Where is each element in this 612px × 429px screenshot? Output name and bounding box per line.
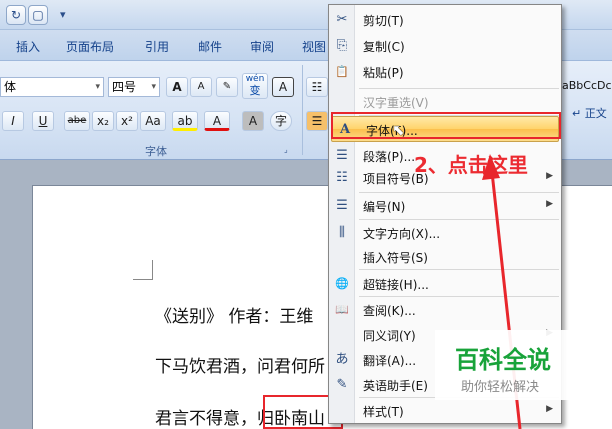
copy-icon: ⎘ [336,38,348,53]
font-size-value: 四号 [112,80,137,94]
dialog-launcher-icon[interactable]: ⌟ [284,145,288,154]
translate-icon: あ [335,352,349,367]
watermark-slogan: 助你轻松解决 [461,380,540,395]
enclose-characters-button[interactable]: 字 [270,111,292,131]
styles-preview[interactable]: aBbCcDc [562,79,612,92]
style-normal-label[interactable]: ↵ 正文 [572,105,607,121]
text-direction-icon: ⫼ [339,225,345,240]
document-line-1[interactable]: 《送别》 作者：王维 [155,302,313,327]
menu-item-copy[interactable]: ⎘ 复制(C) [329,33,561,59]
font-color-button[interactable]: A [204,111,230,131]
redo-icon[interactable]: ↻ [6,5,26,25]
clear-format-button[interactable]: ✎ [216,77,238,97]
margin-corner-mark [133,260,153,280]
shrink-font-button[interactable]: A [190,77,212,97]
tab-references[interactable]: 引用 [145,38,169,55]
scissors-icon: ✂ [336,12,348,27]
numbering-icon: ☰ [336,198,348,213]
phonetic-guide-button[interactable]: wén 变 [242,73,268,99]
watermark-panel: 百科全说 助你轻松解决 [435,330,587,400]
research-icon: 📖 [335,303,349,316]
bullets-icon: ☷ [336,170,348,185]
tab-mailings[interactable]: 邮件 [198,38,222,55]
character-shading-button[interactable]: A [242,111,264,131]
font-name-value: 体 [4,80,17,94]
new-document-icon[interactable]: ▢ [28,5,48,25]
watermark-brand: 百科全说 [455,346,551,374]
document-line-2[interactable]: 下马饮君酒，问君何所 [155,352,325,377]
paste-icon: 📋 [335,65,349,78]
align-left-button[interactable]: ☰ [306,111,328,131]
font-group-label: 字体 [145,145,167,158]
tab-view[interactable]: 视图 [302,38,326,55]
tab-insert[interactable]: 插入 [16,38,40,55]
font-item-highlight-box [331,112,561,139]
customize-dropdown-icon[interactable]: ▾ [60,8,66,21]
group-divider [302,65,303,155]
chevron-down-icon: ▾ [151,82,156,92]
change-case-button[interactable]: Aa [140,111,166,131]
chevron-down-icon: ▾ [95,82,100,92]
italic-button[interactable]: I [2,111,24,131]
english-assistant-icon: ✎ [336,377,348,392]
highlight-button[interactable]: ab [172,111,198,131]
strikethrough-button[interactable]: abe [64,111,90,131]
grow-font-button[interactable]: A [166,77,188,97]
menu-item-cut[interactable]: ✂ 剪切(T) [329,7,561,33]
bullets-ribbon-button[interactable]: ☷ [306,77,328,97]
character-border-button[interactable]: A [272,77,294,97]
tab-review[interactable]: 审阅 [250,38,274,55]
hyperlink-icon: 🌐 [335,277,349,290]
subscript-button[interactable]: x₂ [92,111,114,131]
menu-item-paste[interactable]: 📋 粘贴(P) [329,59,561,85]
font-size-combo[interactable]: 四号 ▾ [108,77,160,97]
tab-page-layout[interactable]: 页面布局 [66,38,114,55]
font-name-combo[interactable]: 体 ▾ [0,77,104,97]
underline-button[interactable]: U [32,111,54,131]
superscript-button[interactable]: x² [116,111,138,131]
paragraph-icon: ☰ [336,148,348,163]
